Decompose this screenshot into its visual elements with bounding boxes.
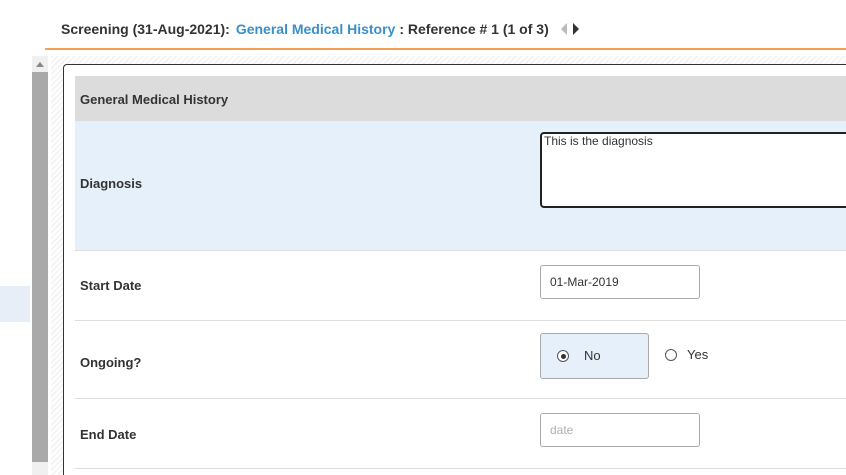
form-header: Screening (31-Aug-2021): General Medical…	[45, 0, 846, 50]
section-header: General Medical History	[75, 76, 846, 121]
end-date-input[interactable]: date	[540, 413, 700, 447]
scroll-up-icon[interactable]	[36, 62, 44, 67]
vertical-scrollbar[interactable]	[32, 56, 48, 475]
visit-label: Screening (31-Aug-2021):	[61, 21, 230, 37]
radio-dot-icon	[560, 353, 566, 359]
left-pane-selected-item[interactable]	[0, 286, 30, 322]
previous-reference-icon[interactable]	[560, 23, 567, 35]
diagnosis-row: Diagnosis This is the diagnosis	[75, 121, 846, 251]
section-title: General Medical History	[80, 92, 229, 107]
end-date-label: End Date	[80, 427, 137, 442]
end-date-row: End Date date	[75, 399, 846, 469]
radio-selected-icon[interactable]	[557, 350, 569, 362]
ongoing-yes-label[interactable]: Yes	[687, 347, 708, 362]
form-breadcrumb: Screening (31-Aug-2021): General Medical…	[61, 21, 579, 37]
left-pane	[0, 0, 32, 475]
start-date-input[interactable]: 01-Mar-2019	[540, 265, 700, 299]
diagnosis-textarea[interactable]: This is the diagnosis	[540, 132, 846, 208]
ongoing-label: Ongoing?	[80, 355, 142, 370]
start-date-label: Start Date	[80, 278, 142, 293]
reference-label: : Reference # 1 (1 of 3)	[399, 21, 549, 37]
start-date-row: Start Date 01-Mar-2019	[75, 251, 846, 321]
next-reference-icon[interactable]	[572, 23, 579, 35]
form-name-link[interactable]: General Medical History	[236, 21, 396, 37]
ongoing-option-no[interactable]: No	[540, 333, 649, 379]
scrollbar-thumb[interactable]	[32, 72, 48, 462]
form-panel: General Medical History Diagnosis This i…	[63, 64, 846, 475]
reference-navigation	[560, 23, 579, 35]
diagnosis-label: Diagnosis	[80, 176, 143, 191]
radio-unselected-icon[interactable]	[665, 349, 677, 361]
ongoing-row: Ongoing? No Yes	[75, 321, 846, 399]
ongoing-no-label: No	[584, 348, 601, 363]
